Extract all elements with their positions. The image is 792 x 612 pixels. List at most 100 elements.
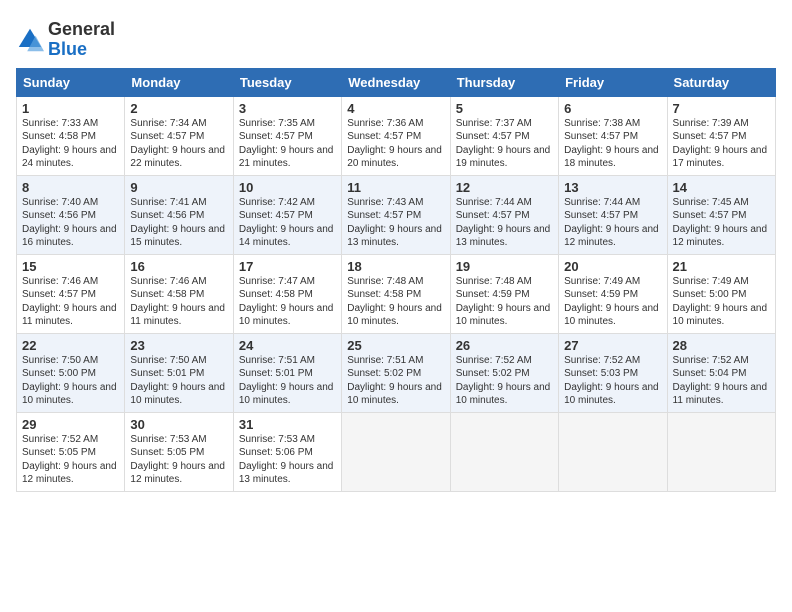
- calendar-cell: 1 Sunrise: 7:33 AMSunset: 4:58 PMDaylight…: [17, 96, 125, 175]
- day-number: 24: [239, 338, 336, 353]
- cell-info: Sunrise: 7:38 AMSunset: 4:57 PMDaylight:…: [564, 118, 659, 170]
- day-number: 15: [22, 259, 119, 274]
- cell-info: Sunrise: 7:46 AMSunset: 4:57 PMDaylight:…: [22, 276, 117, 328]
- day-number: 28: [673, 338, 770, 353]
- cell-info: Sunrise: 7:52 AMSunset: 5:04 PMDaylight:…: [673, 355, 768, 407]
- week-row-5: 29Sunrise: 7:52 AMSunset: 5:05 PMDayligh…: [17, 412, 776, 491]
- cell-info: Sunrise: 7:53 AMSunset: 5:05 PMDaylight:…: [130, 434, 225, 486]
- header-day-tuesday: Tuesday: [233, 68, 341, 96]
- cell-info: Sunrise: 7:44 AMSunset: 4:57 PMDaylight:…: [564, 197, 659, 249]
- calendar-cell: 13 Sunrise: 7:44 AMSunset: 4:57 PMDayligh…: [559, 175, 667, 254]
- cell-info: Sunrise: 7:47 AMSunset: 4:58 PMDaylight:…: [239, 276, 334, 328]
- day-number: 21: [673, 259, 770, 274]
- day-number: 17: [239, 259, 336, 274]
- calendar-cell: 27Sunrise: 7:52 AMSunset: 5:03 PMDayligh…: [559, 333, 667, 412]
- day-number: 16: [130, 259, 227, 274]
- day-number: 11: [347, 180, 444, 195]
- calendar-cell: 25 Sunrise: 7:51 AMSunset: 5:02 PMDayligh…: [342, 333, 450, 412]
- calendar-cell: 28 Sunrise: 7:52 AMSunset: 5:04 PMDayligh…: [667, 333, 775, 412]
- calendar-cell: 19 Sunrise: 7:48 AMSunset: 4:59 PMDayligh…: [450, 254, 558, 333]
- day-number: 27: [564, 338, 661, 353]
- cell-info: Sunrise: 7:42 AMSunset: 4:57 PMDaylight:…: [239, 197, 334, 249]
- calendar-cell: 26 Sunrise: 7:52 AMSunset: 5:02 PMDayligh…: [450, 333, 558, 412]
- day-number: 23: [130, 338, 227, 353]
- cell-info: Sunrise: 7:51 AMSunset: 5:01 PMDaylight:…: [239, 355, 334, 407]
- calendar-cell: 17 Sunrise: 7:47 AMSunset: 4:58 PMDayligh…: [233, 254, 341, 333]
- cell-info: Sunrise: 7:49 AMSunset: 5:00 PMDaylight:…: [673, 276, 768, 328]
- cell-info: Sunrise: 7:45 AMSunset: 4:57 PMDaylight:…: [673, 197, 768, 249]
- calendar-cell: 18Sunrise: 7:48 AMSunset: 4:58 PMDayligh…: [342, 254, 450, 333]
- cell-info: Sunrise: 7:46 AMSunset: 4:58 PMDaylight:…: [130, 276, 225, 328]
- header-day-thursday: Thursday: [450, 68, 558, 96]
- calendar-cell: 15 Sunrise: 7:46 AMSunset: 4:57 PMDayligh…: [17, 254, 125, 333]
- calendar-cell: [342, 412, 450, 491]
- day-number: 10: [239, 180, 336, 195]
- calendar-cell: 14Sunrise: 7:45 AMSunset: 4:57 PMDayligh…: [667, 175, 775, 254]
- calendar-cell: 9Sunrise: 7:41 AMSunset: 4:56 PMDaylight…: [125, 175, 233, 254]
- week-row-3: 15 Sunrise: 7:46 AMSunset: 4:57 PMDayligh…: [17, 254, 776, 333]
- calendar-cell: 5Sunrise: 7:37 AMSunset: 4:57 PMDaylight…: [450, 96, 558, 175]
- calendar-cell: 24 Sunrise: 7:51 AMSunset: 5:01 PMDayligh…: [233, 333, 341, 412]
- cell-info: Sunrise: 7:49 AMSunset: 4:59 PMDaylight:…: [564, 276, 659, 328]
- calendar-cell: 12 Sunrise: 7:44 AMSunset: 4:57 PMDayligh…: [450, 175, 558, 254]
- calendar-cell: [559, 412, 667, 491]
- cell-info: Sunrise: 7:51 AMSunset: 5:02 PMDaylight:…: [347, 355, 442, 407]
- logo-icon: [16, 26, 44, 54]
- cell-info: Sunrise: 7:43 AMSunset: 4:57 PMDaylight:…: [347, 197, 442, 249]
- day-number: 19: [456, 259, 553, 274]
- day-number: 2: [130, 101, 227, 116]
- week-row-2: 8 Sunrise: 7:40 AMSunset: 4:56 PMDaylight…: [17, 175, 776, 254]
- cell-info: Sunrise: 7:35 AMSunset: 4:57 PMDaylight:…: [239, 118, 334, 170]
- week-row-1: 1 Sunrise: 7:33 AMSunset: 4:58 PMDaylight…: [17, 96, 776, 175]
- calendar-cell: 3 Sunrise: 7:35 AMSunset: 4:57 PMDaylight…: [233, 96, 341, 175]
- day-number: 18: [347, 259, 444, 274]
- calendar-cell: 23 Sunrise: 7:50 AMSunset: 5:01 PMDayligh…: [125, 333, 233, 412]
- calendar-cell: 11 Sunrise: 7:43 AMSunset: 4:57 PMDayligh…: [342, 175, 450, 254]
- cell-info: Sunrise: 7:53 AMSunset: 5:06 PMDaylight:…: [239, 434, 334, 486]
- calendar-cell: 6 Sunrise: 7:38 AMSunset: 4:57 PMDaylight…: [559, 96, 667, 175]
- day-number: 3: [239, 101, 336, 116]
- calendar-cell: 29Sunrise: 7:52 AMSunset: 5:05 PMDayligh…: [17, 412, 125, 491]
- cell-info: Sunrise: 7:41 AMSunset: 4:56 PMDaylight:…: [130, 197, 225, 249]
- calendar-cell: 2Sunrise: 7:34 AMSunset: 4:57 PMDaylight…: [125, 96, 233, 175]
- day-number: 20: [564, 259, 661, 274]
- cell-info: Sunrise: 7:36 AMSunset: 4:57 PMDaylight:…: [347, 118, 442, 170]
- day-number: 12: [456, 180, 553, 195]
- logo: General Blue: [16, 20, 115, 60]
- cell-info: Sunrise: 7:44 AMSunset: 4:57 PMDaylight:…: [456, 197, 551, 249]
- day-number: 4: [347, 101, 444, 116]
- calendar-cell: [450, 412, 558, 491]
- calendar-cell: 16 Sunrise: 7:46 AMSunset: 4:58 PMDayligh…: [125, 254, 233, 333]
- logo-text: General Blue: [48, 20, 115, 60]
- calendar-cell: 22Sunrise: 7:50 AMSunset: 5:00 PMDayligh…: [17, 333, 125, 412]
- header: General Blue: [16, 16, 776, 60]
- calendar-cell: 4 Sunrise: 7:36 AMSunset: 4:57 PMDaylight…: [342, 96, 450, 175]
- calendar-cell: 31Sunrise: 7:53 AMSunset: 5:06 PMDayligh…: [233, 412, 341, 491]
- header-day-saturday: Saturday: [667, 68, 775, 96]
- cell-info: Sunrise: 7:48 AMSunset: 4:59 PMDaylight:…: [456, 276, 551, 328]
- cell-info: Sunrise: 7:52 AMSunset: 5:02 PMDaylight:…: [456, 355, 551, 407]
- calendar-cell: 8 Sunrise: 7:40 AMSunset: 4:56 PMDaylight…: [17, 175, 125, 254]
- day-number: 5: [456, 101, 553, 116]
- cell-info: Sunrise: 7:33 AMSunset: 4:58 PMDaylight:…: [22, 118, 117, 170]
- header-row: SundayMondayTuesdayWednesdayThursdayFrid…: [17, 68, 776, 96]
- cell-info: Sunrise: 7:50 AMSunset: 5:00 PMDaylight:…: [22, 355, 117, 407]
- day-number: 13: [564, 180, 661, 195]
- cell-info: Sunrise: 7:40 AMSunset: 4:56 PMDaylight:…: [22, 197, 117, 249]
- header-day-sunday: Sunday: [17, 68, 125, 96]
- day-number: 8: [22, 180, 119, 195]
- calendar-table: SundayMondayTuesdayWednesdayThursdayFrid…: [16, 68, 776, 492]
- day-number: 26: [456, 338, 553, 353]
- day-number: 6: [564, 101, 661, 116]
- header-day-friday: Friday: [559, 68, 667, 96]
- calendar-cell: 21 Sunrise: 7:49 AMSunset: 5:00 PMDayligh…: [667, 254, 775, 333]
- calendar-cell: 7Sunrise: 7:39 AMSunset: 4:57 PMDaylight…: [667, 96, 775, 175]
- day-number: 30: [130, 417, 227, 432]
- calendar-cell: 30 Sunrise: 7:53 AMSunset: 5:05 PMDayligh…: [125, 412, 233, 491]
- cell-info: Sunrise: 7:50 AMSunset: 5:01 PMDaylight:…: [130, 355, 225, 407]
- day-number: 1: [22, 101, 119, 116]
- day-number: 25: [347, 338, 444, 353]
- week-row-4: 22Sunrise: 7:50 AMSunset: 5:00 PMDayligh…: [17, 333, 776, 412]
- cell-info: Sunrise: 7:52 AMSunset: 5:05 PMDaylight:…: [22, 434, 117, 486]
- page-container: General Blue SundayMondayTuesdayWednesda…: [0, 0, 792, 500]
